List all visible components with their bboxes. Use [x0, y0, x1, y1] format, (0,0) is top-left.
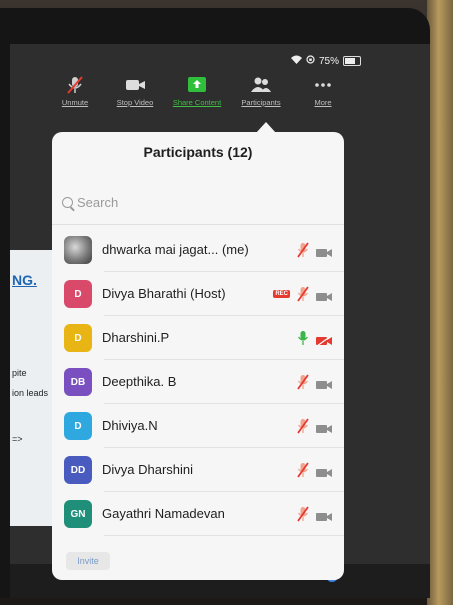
participant-status-icons — [296, 418, 332, 434]
avatar: D — [64, 412, 92, 440]
participant-name: Divya Dharshini — [102, 462, 194, 477]
participant-row[interactable]: D Dhiviya.N — [52, 404, 344, 448]
more-dots-icon — [311, 76, 335, 94]
doc-line: pite — [12, 368, 27, 378]
share-content-label: Share Content — [172, 98, 222, 107]
doc-line: => — [12, 434, 23, 444]
unmute-label: Unmute — [61, 98, 89, 107]
orientation-lock-icon — [306, 55, 315, 67]
participant-row[interactable]: GN Gayathri Namadevan — [52, 492, 344, 536]
more-label: More — [314, 98, 332, 107]
stop-video-button[interactable]: Stop Video — [100, 76, 170, 107]
meeting-toolbar: Unmute Stop Video Share Content Particip… — [52, 76, 352, 116]
participant-row[interactable]: DB Deepthika. B — [52, 360, 344, 404]
status-bar: 75% — [290, 55, 361, 67]
participant-name: dhwarka mai jagat... (me) — [102, 242, 249, 257]
wifi-icon — [290, 55, 302, 67]
participant-name: Deepthika. B — [102, 374, 177, 389]
participants-panel: Participants (12) Search dhwarka mai jag… — [52, 132, 344, 580]
mic-muted-icon — [296, 506, 310, 522]
mic-muted-icon — [296, 286, 310, 302]
recording-badge: REC — [273, 290, 290, 298]
avatar — [64, 236, 92, 264]
search-placeholder: Search — [77, 194, 119, 210]
participants-icon — [249, 76, 273, 94]
picture-frame-edge — [427, 0, 453, 605]
participant-status-icons — [296, 330, 332, 347]
participant-status-icons — [296, 506, 332, 522]
battery-percent: 75% — [318, 55, 339, 67]
invite-button[interactable]: Invite — [66, 552, 110, 570]
participant-row[interactable]: D Dharshini.P — [52, 316, 344, 360]
participant-name: Gayathri Namadevan — [102, 506, 225, 521]
doc-heading: NG. — [12, 272, 37, 288]
video-on-icon — [316, 377, 332, 389]
search-input[interactable]: Search — [62, 188, 334, 216]
divider — [52, 224, 344, 225]
muted-mic-icon — [63, 76, 87, 94]
participant-name: Divya Bharathi (Host) — [102, 286, 226, 301]
avatar: D — [64, 280, 92, 308]
mic-active-icon — [296, 330, 310, 346]
video-on-icon — [316, 245, 332, 257]
mic-muted-icon — [296, 374, 310, 390]
share-screen-icon — [185, 76, 209, 94]
stop-video-label: Stop Video — [116, 98, 154, 107]
mic-muted-icon — [296, 418, 310, 434]
participant-row[interactable]: dhwarka mai jagat... (me) — [52, 228, 344, 272]
doc-line: ion leads — [12, 388, 49, 398]
video-on-icon — [316, 465, 332, 477]
video-camera-icon — [123, 76, 147, 94]
more-button[interactable]: More — [288, 76, 358, 107]
video-on-icon — [316, 509, 332, 521]
participant-row[interactable]: D Divya Bharathi (Host) REC — [52, 272, 344, 316]
avatar: DB — [64, 368, 92, 396]
participant-status-icons: REC — [273, 286, 332, 302]
avatar: D — [64, 324, 92, 352]
video-on-icon — [316, 421, 332, 433]
panel-title: Participants (12) — [143, 144, 253, 160]
battery-icon — [343, 56, 361, 66]
participant-name: Dhiviya.N — [102, 418, 158, 433]
participant-name: Dharshini.P — [102, 330, 170, 345]
participants-label: Participants — [241, 98, 281, 107]
participants-button[interactable]: Participants — [226, 76, 296, 107]
participant-row[interactable]: DD Divya Dharshini — [52, 448, 344, 492]
avatar: DD — [64, 456, 92, 484]
row-divider — [104, 535, 344, 536]
mic-muted-icon — [296, 462, 310, 478]
video-off-icon — [316, 333, 332, 347]
video-on-icon — [316, 289, 332, 301]
participant-status-icons — [296, 242, 332, 258]
mic-muted-icon — [296, 242, 310, 258]
participant-status-icons — [296, 462, 332, 478]
avatar: GN — [64, 500, 92, 528]
search-icon — [62, 196, 73, 208]
participant-status-icons — [296, 374, 332, 390]
share-content-button[interactable]: Share Content — [162, 76, 232, 107]
